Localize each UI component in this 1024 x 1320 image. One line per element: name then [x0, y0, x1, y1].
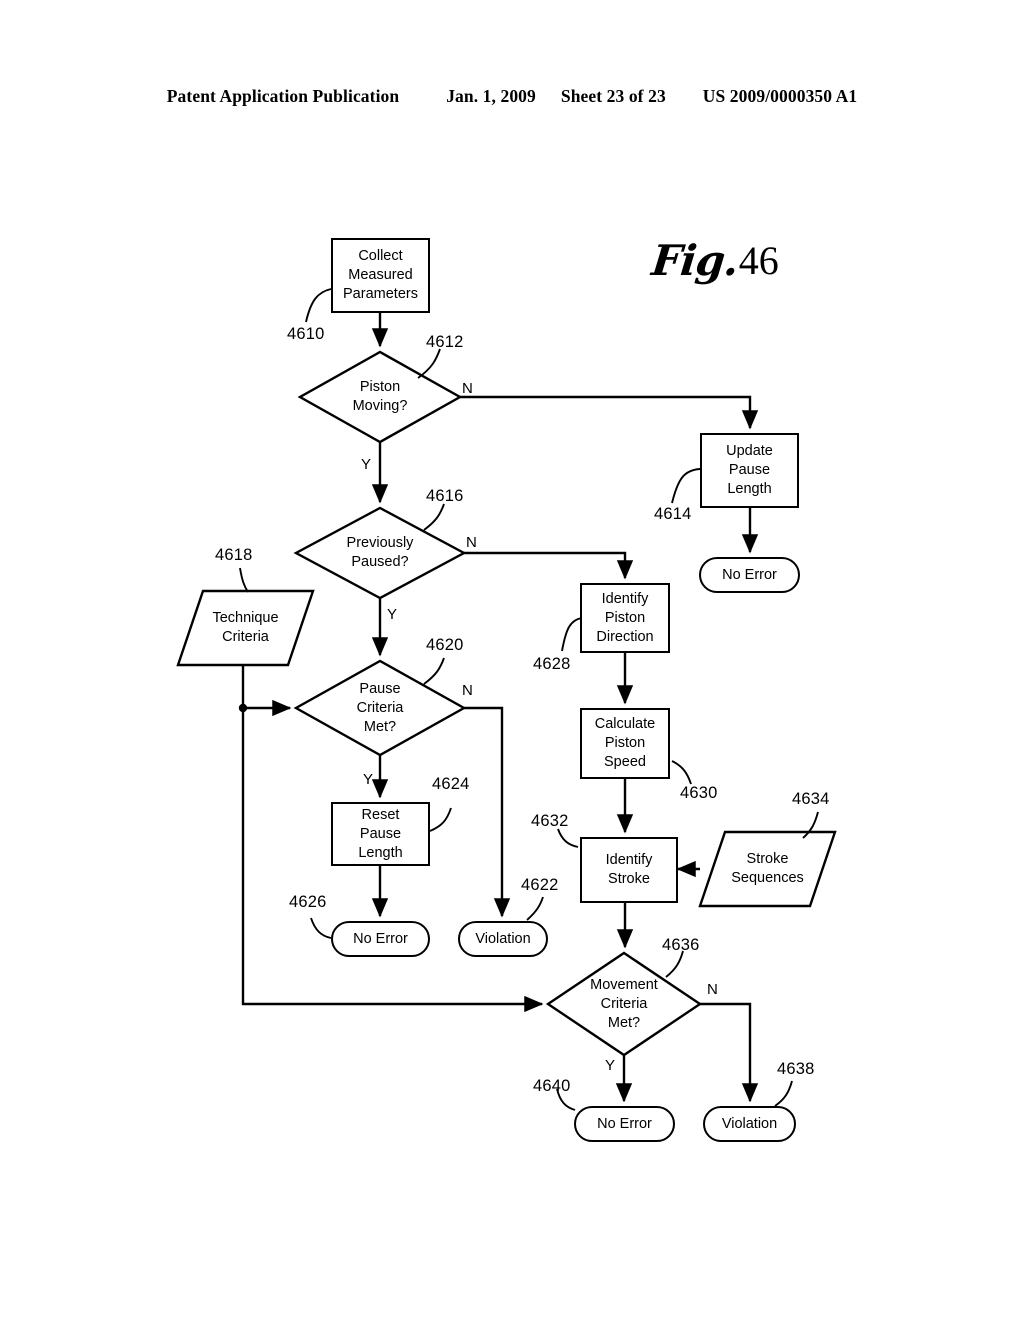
node-label: Violation: [475, 930, 531, 947]
edge-label-4620-n: N: [462, 682, 473, 699]
data-technique-criteria[interactable]: Technique Criteria: [178, 591, 313, 665]
decision-movement-criteria-met[interactable]: Movement Criteria Met?: [548, 953, 700, 1055]
node-label: Technique Criteria: [212, 610, 279, 645]
flowchart: Collect Measured Parameters Piston Movin…: [0, 0, 1024, 1320]
refnum-4628: 4628: [533, 655, 571, 673]
process-identify-piston-direction[interactable]: Identify Piston Direction: [580, 583, 670, 653]
leader-4622: [526, 896, 544, 921]
edge-4636-N-4638: [700, 1002, 759, 1103]
refnum-4626: 4626: [289, 893, 327, 911]
refnum-4640: 4640: [533, 1077, 571, 1095]
terminator-no-error-movement[interactable]: No Error: [574, 1106, 675, 1142]
terminator-no-error-pause[interactable]: No Error: [331, 921, 430, 957]
leader-4624: [429, 807, 452, 832]
edge-label-4616-n: N: [466, 534, 477, 551]
refnum-4612: 4612: [426, 333, 464, 351]
node-label: Calculate Piston Speed: [594, 716, 656, 770]
decision-previously-paused[interactable]: Previously Paused?: [296, 508, 464, 598]
refnum-4636: 4636: [662, 936, 700, 954]
edge-label-4612-n: N: [462, 380, 473, 397]
edge-label-4636-y: Y: [605, 1057, 616, 1074]
node-label: No Error: [353, 930, 408, 947]
edge-label-4616-y: Y: [387, 606, 398, 623]
node-label: Violation: [721, 1115, 778, 1132]
edge-4618-4620: [241, 665, 292, 717]
leader-4630: [671, 760, 692, 785]
leader-4626: [310, 917, 332, 939]
node-label: Previously Paused?: [346, 535, 414, 570]
refnum-4634: 4634: [792, 790, 830, 808]
node-label: Piston Moving?: [352, 379, 408, 414]
process-collect-measured-parameters[interactable]: Collect Measured Parameters: [331, 238, 430, 313]
edge-label-4612-y: Y: [361, 456, 372, 473]
node-label: Pause Criteria Met?: [356, 680, 404, 735]
decision-piston-moving[interactable]: Piston Moving?: [300, 352, 460, 442]
edge-label-4636-n: N: [707, 981, 718, 998]
refnum-4620: 4620: [426, 636, 464, 654]
refnum-4616: 4616: [426, 487, 464, 505]
refnum-4624: 4624: [432, 775, 470, 793]
data-stroke-sequences[interactable]: Stroke Sequences: [700, 832, 835, 906]
node-label: Identify Stroke: [605, 852, 653, 887]
terminator-violation-pause[interactable]: Violation: [458, 921, 548, 957]
process-reset-pause-length[interactable]: Reset Pause Length: [331, 802, 430, 866]
refnum-4610: 4610: [287, 325, 325, 343]
node-label: Update Pause Length: [726, 443, 773, 497]
leader-4618: [239, 567, 249, 593]
edge-label-4620-y: Y: [363, 771, 374, 788]
terminator-violation-movement[interactable]: Violation: [703, 1106, 796, 1142]
process-update-pause-length[interactable]: Update Pause Length: [700, 433, 799, 508]
edge-4616-N-4628: [464, 551, 634, 580]
node-label: Reset Pause Length: [358, 806, 403, 861]
node-label: Identify Piston Direction: [596, 590, 654, 645]
process-calculate-piston-speed[interactable]: Calculate Piston Speed: [580, 708, 670, 779]
node-label: Collect Measured Parameters: [343, 248, 418, 302]
refnum-4638: 4638: [777, 1060, 815, 1078]
leader-4638: [774, 1080, 793, 1107]
leader-4632: [557, 828, 579, 848]
leader-4614: [671, 468, 701, 504]
process-identify-stroke[interactable]: Identify Stroke: [580, 837, 678, 903]
decision-pause-criteria-met[interactable]: Pause Criteria Met?: [296, 661, 464, 755]
refnum-4614: 4614: [654, 505, 692, 523]
terminator-no-error-after-update[interactable]: No Error: [699, 557, 800, 593]
refnum-4618: 4618: [215, 546, 253, 564]
edge-4612-N-4614: [460, 395, 759, 430]
node-label: No Error: [597, 1115, 652, 1132]
flowchart-connectors: [176, 288, 837, 1111]
node-label: Stroke Sequences: [731, 851, 804, 886]
edge-4620-N-4622: [464, 706, 511, 918]
refnum-4630: 4630: [680, 784, 718, 802]
leader-4610: [305, 288, 332, 323]
node-label: Movement Criteria Met?: [590, 976, 658, 1031]
refnum-4622: 4622: [521, 876, 559, 894]
leader-4628: [561, 617, 583, 652]
refnum-4632: 4632: [531, 812, 569, 830]
node-label: No Error: [722, 566, 777, 583]
